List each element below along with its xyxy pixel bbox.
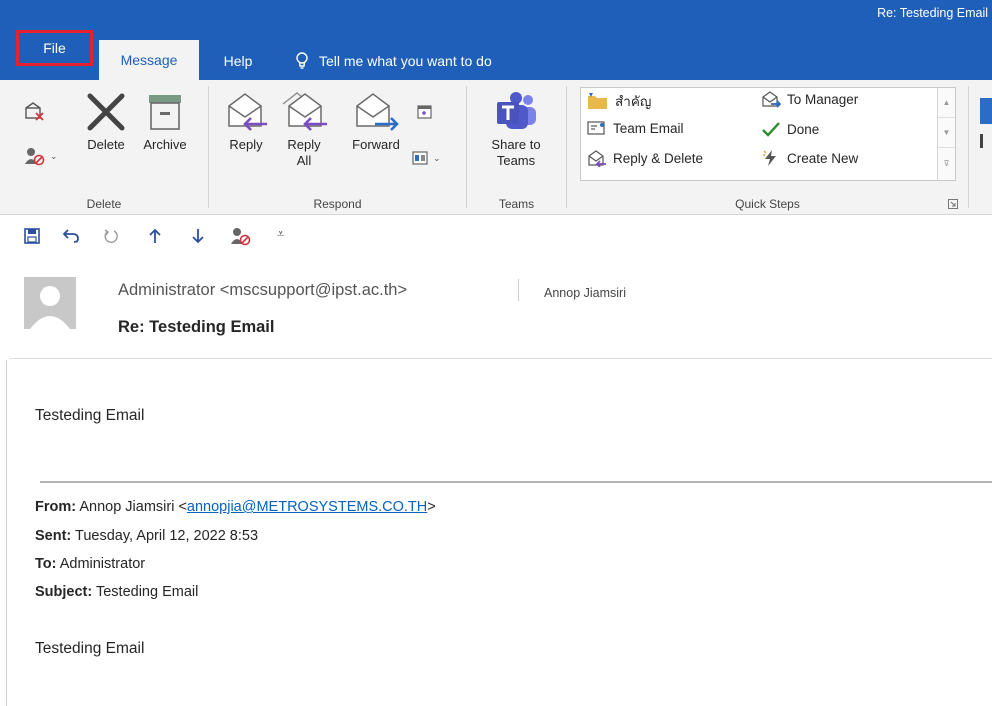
- message-subject: Re: Testeding Email: [118, 318, 275, 336]
- reading-pane-edge: [6, 360, 7, 706]
- group-separator: [968, 86, 969, 208]
- tab-file[interactable]: File: [16, 30, 93, 66]
- redo-icon[interactable]: [103, 228, 119, 244]
- forward-label: Forward: [352, 137, 400, 152]
- block-sender-icon[interactable]: [230, 226, 252, 246]
- more-respond-button[interactable]: ⌄: [412, 150, 441, 166]
- meeting-reply-icon[interactable]: [417, 104, 433, 120]
- quoted-body-text: Testeding Email: [35, 640, 145, 657]
- share-to-teams-label-line2: Teams: [496, 153, 536, 168]
- delete-x-icon: [87, 93, 125, 131]
- more-respond-icon: [412, 151, 428, 165]
- forward-icon: [356, 93, 399, 131]
- to-value: Administrator: [59, 556, 146, 572]
- block-sender-icon: [25, 148, 45, 166]
- tab-help[interactable]: Help: [214, 46, 262, 76]
- reply-label: Reply: [229, 137, 263, 152]
- quick-access-toolbar: ⩡: [0, 216, 992, 254]
- teams-group-label: Teams: [498, 197, 535, 211]
- undo-icon[interactable]: [62, 228, 80, 244]
- chevron-down-icon: ⌄: [50, 150, 58, 161]
- message-body-text: Testeding Email: [35, 407, 145, 424]
- sent-value: Tuesday, April 12, 2022 8:53: [75, 528, 259, 544]
- tell-me-label: Tell me what you want to do: [319, 53, 492, 69]
- from-email-link[interactable]: annopjia@METROSYSTEMS.CO.TH: [187, 499, 427, 515]
- from-close: >: [427, 499, 436, 515]
- lightbulb-icon: [296, 52, 308, 69]
- sent-label: Sent:: [35, 528, 72, 544]
- delete-group-label: Delete: [86, 197, 122, 211]
- previous-item-icon[interactable]: [148, 228, 162, 244]
- tell-me-search[interactable]: Tell me what you want to do: [295, 46, 565, 76]
- reply-all-icon: [282, 92, 327, 131]
- junk-button[interactable]: ⌄: [24, 146, 58, 166]
- reply-all-button[interactable]: Reply All: [277, 90, 331, 169]
- quoted-subject: Subject: Testeding Email: [35, 584, 198, 600]
- teams-icon: [497, 92, 536, 129]
- recipient-name[interactable]: Annop Jiamsiri: [544, 286, 626, 300]
- teams-group: Share to Teams Teams: [467, 80, 566, 215]
- tab-message[interactable]: Message: [99, 40, 199, 80]
- quoted-sent: Sent: Tuesday, April 12, 2022 8:53: [35, 528, 258, 544]
- to-label: To:: [35, 556, 57, 572]
- reply-button[interactable]: Reply: [223, 90, 269, 153]
- delete-label: Delete: [87, 137, 125, 152]
- reply-all-label: Reply: [287, 137, 321, 152]
- respond-group-label: Respond: [313, 197, 362, 211]
- delete-group: ⌄ Delete Archive Delete: [0, 80, 208, 215]
- subject-label: Subject:: [35, 584, 93, 600]
- dialog-launcher-icon[interactable]: [948, 199, 958, 209]
- subject-value: Testeding Email: [95, 584, 199, 600]
- reply-all-label-line2: All: [296, 153, 312, 168]
- archive-button[interactable]: Archive: [135, 90, 195, 153]
- quote-divider: [40, 481, 992, 483]
- share-to-teams-button[interactable]: Share to Teams: [485, 90, 547, 169]
- next-item-icon[interactable]: [191, 228, 205, 244]
- reply-icon: [228, 93, 267, 131]
- save-icon[interactable]: [24, 228, 40, 244]
- chevron-down-icon: ⌄: [433, 152, 441, 163]
- move-icon[interactable]: [976, 94, 992, 154]
- title-bar: Re: Testeding Email File Message Help Te…: [0, 0, 992, 80]
- ignore-icon[interactable]: [24, 102, 46, 122]
- from-label: From:: [35, 499, 77, 515]
- archive-box-icon: [149, 95, 181, 130]
- share-to-teams-label: Share to: [491, 137, 541, 152]
- header-divider: [10, 358, 992, 359]
- quoted-from: From: Annop Jiamsiri <annopjia@METROSYST…: [35, 499, 436, 515]
- archive-label: Archive: [143, 137, 187, 152]
- delete-button[interactable]: Delete: [78, 90, 134, 153]
- window-title: Re: Testeding Email: [877, 6, 988, 20]
- sender-name[interactable]: Administrator <mscsupport@ipst.ac.th>: [118, 281, 407, 300]
- quick-steps-group-label: Quick Steps: [735, 197, 800, 211]
- ribbon: ⌄ Delete Archive Delete Reply Reply All …: [0, 80, 992, 215]
- header-separator: [518, 279, 519, 301]
- forward-button[interactable]: Forward: [341, 90, 411, 153]
- from-name: Annop Jiamsiri <: [79, 499, 187, 515]
- avatar: [24, 277, 76, 329]
- quick-steps-group: Quick Steps: [567, 80, 968, 215]
- customize-toolbar-icon[interactable]: ⩡: [277, 226, 284, 242]
- quoted-to: To: Administrator: [35, 556, 145, 572]
- respond-group: Reply Reply All Forward ⌄ Respond: [209, 80, 466, 215]
- person-placeholder-icon: [30, 286, 70, 329]
